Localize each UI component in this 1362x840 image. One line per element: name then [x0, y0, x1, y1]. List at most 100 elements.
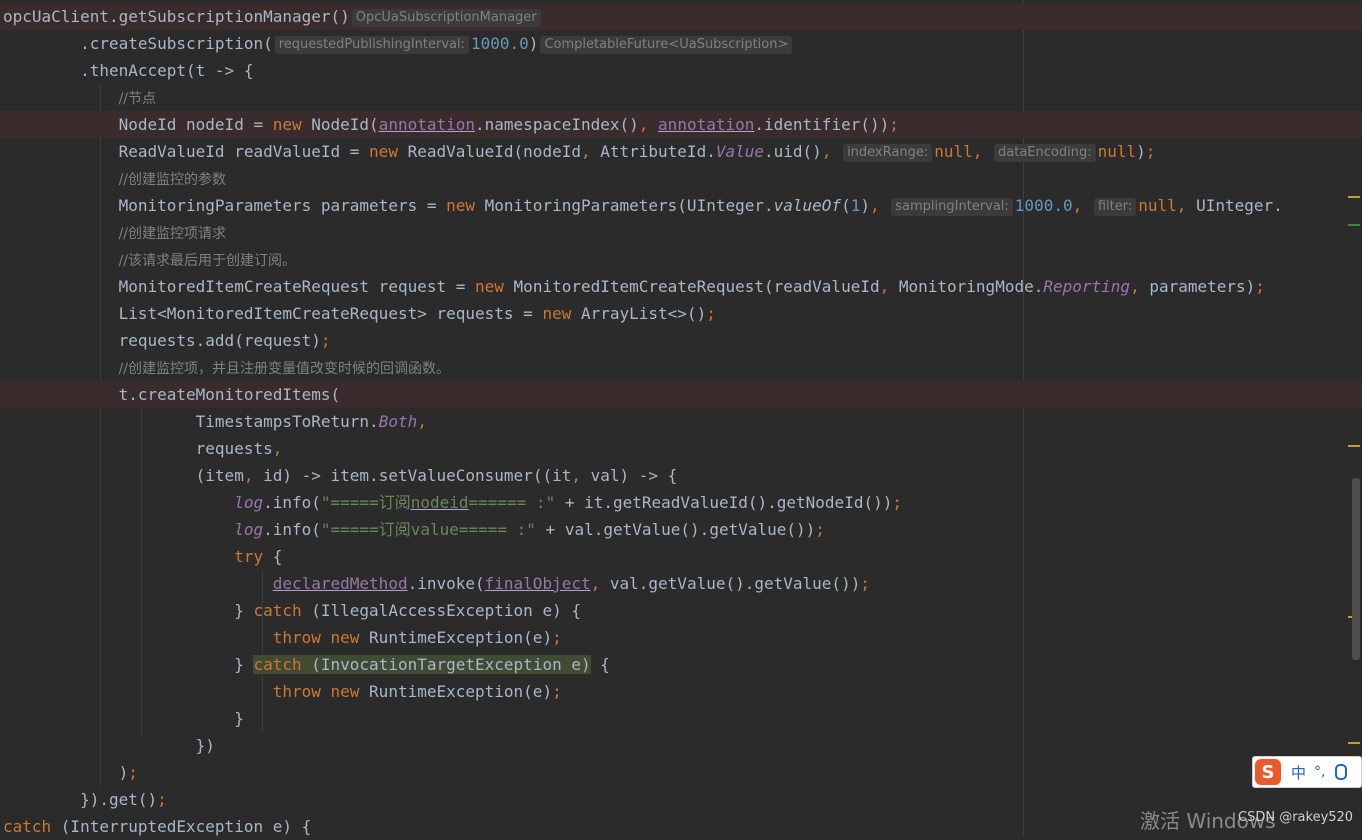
code-line[interactable]: .createSubscription(requestedPublishingI…	[0, 30, 1362, 57]
code-token: ;	[892, 493, 902, 512]
code-line[interactable]: NodeId nodeId = new NodeId(annotation.na…	[0, 111, 1362, 138]
code-line[interactable]: //创建监控项，并且注册变量值改变时候的回调函数。	[0, 354, 1362, 381]
code-token: nodeid	[410, 493, 469, 512]
code-token: ,	[1072, 196, 1092, 215]
code-line[interactable]: throw new RuntimeException(e);	[0, 678, 1362, 705]
code-token: val.getValue().getValue())	[609, 574, 861, 593]
code-token: t.createMonitoredItems(	[3, 385, 341, 404]
code-line[interactable]: ReadValueId readValueId = new ReadValueI…	[0, 138, 1362, 165]
code-token: .info(	[263, 520, 321, 539]
code-line[interactable]: } catch (InvocationTargetException e) {	[0, 651, 1362, 678]
scroll-marker-warning[interactable]	[1348, 196, 1360, 198]
code-line[interactable]: List<MonitoredItemCreateRequest> request…	[0, 300, 1362, 327]
code-token: ;	[1145, 142, 1156, 161]
code-line[interactable]: log.info("=====订阅value===== :" + val.get…	[0, 516, 1362, 543]
code-token: TimestampsToReturn.	[3, 412, 379, 431]
code-line[interactable]: MonitoringParameters parameters = new Mo…	[0, 192, 1362, 219]
code-token: )	[860, 196, 870, 215]
scroll-marker-warning[interactable]	[1348, 445, 1360, 447]
code-editor[interactable]: opcUaClient.getSubscriptionManager() OpcU…	[0, 0, 1362, 836]
code-token: null	[1138, 196, 1177, 215]
code-line[interactable]: requests,	[0, 435, 1362, 462]
code-token: finalObject	[484, 574, 591, 593]
code-token: ,	[580, 142, 601, 161]
code-line[interactable]: requests.add(request);	[0, 327, 1362, 354]
code-line[interactable]: })	[0, 732, 1362, 759]
code-line[interactable]: opcUaClient.getSubscriptionManager() OpcU…	[0, 3, 1362, 30]
scroll-marker-info[interactable]	[1348, 224, 1360, 226]
vertical-scrollbar[interactable]	[1352, 478, 1360, 660]
code-token: log	[234, 520, 264, 539]
code-line[interactable]: //节点	[0, 84, 1362, 111]
code-token: )	[1136, 142, 1146, 161]
code-token: .createSubscription(	[3, 34, 273, 53]
code-token: ;	[320, 331, 331, 350]
code-line[interactable]: (item, id) -> item.setValueConsumer((it,…	[0, 462, 1362, 489]
code-line[interactable]: }	[0, 705, 1362, 732]
code-token: List<MonitoredItemCreateRequest> request…	[3, 304, 543, 323]
code-token: MonitoringParameters(UInteger.	[484, 196, 774, 215]
code-token: ,	[638, 115, 659, 134]
code-token: MonitoringMode.	[898, 277, 1044, 296]
scroll-marker-warning[interactable]	[1348, 742, 1360, 744]
code-token: .identifier())	[754, 115, 890, 134]
code-token: {	[590, 655, 610, 674]
microphone-icon[interactable]	[1335, 764, 1348, 780]
code-token: ====== :"	[468, 493, 556, 512]
code-token: 1000.0	[1014, 196, 1073, 215]
code-token: .info(	[263, 493, 321, 512]
code-line[interactable]: try {	[0, 543, 1362, 570]
code-token: ,	[821, 142, 842, 161]
code-token: ;	[815, 520, 825, 539]
parameter-hint: dataEncoding:	[994, 144, 1096, 162]
sogou-logo-icon[interactable]: S	[1255, 759, 1281, 785]
code-token: ,	[869, 196, 890, 215]
code-line[interactable]: .thenAccept(t -> {	[0, 57, 1362, 84]
code-line[interactable]: declaredMethod.invoke(finalObject, val.g…	[0, 570, 1362, 597]
code-token: opcUaClient.getSubscriptionManager()	[3, 7, 350, 26]
code-token: ;	[552, 628, 562, 647]
code-token: ;	[128, 763, 138, 782]
ime-punctuation-toggle[interactable]: °,	[1314, 764, 1325, 780]
code-token: "=====订阅	[320, 493, 411, 512]
code-token: UInteger.	[1196, 196, 1283, 215]
code-line[interactable]: throw new RuntimeException(e);	[0, 624, 1362, 651]
csdn-watermark: CSDN @rakey520	[1238, 810, 1354, 825]
code-token: }	[3, 655, 254, 674]
code-token: (	[841, 196, 851, 215]
code-line[interactable]: t.createMonitoredItems(	[0, 381, 1362, 408]
code-token: throw new	[272, 628, 370, 647]
code-token: //创建监控项请求	[118, 226, 227, 242]
code-token: }	[3, 709, 244, 728]
code-token: ReadValueId(nodeId	[407, 142, 581, 161]
code-token: requests.add(request)	[3, 331, 321, 350]
code-line[interactable]: //该请求最后用于创建订阅。	[0, 246, 1362, 273]
code-token: new	[446, 196, 485, 215]
code-token: ,	[590, 574, 610, 593]
code-line[interactable]: log.info("=====订阅nodeid====== :" + it.ge…	[0, 489, 1362, 516]
code-token: try	[234, 547, 273, 566]
code-token: valueOf	[773, 196, 842, 215]
code-token: new	[272, 115, 312, 134]
code-token: ;	[860, 574, 870, 593]
code-line[interactable]: TimestampsToReturn.Both,	[0, 408, 1362, 435]
code-line[interactable]: MonitoredItemCreateRequest request = new…	[0, 273, 1362, 300]
code-token: id) -> item.setValueConsumer((it	[263, 466, 572, 485]
code-line[interactable]: //创建监控项请求	[0, 219, 1362, 246]
code-token: //创建监控的参数	[118, 172, 227, 188]
code-line[interactable]: );	[0, 759, 1362, 786]
code-token: (item	[3, 466, 244, 485]
parameter-hint: samplingInterval:	[891, 198, 1013, 216]
code-line[interactable]: } catch (IllegalAccessException e) {	[0, 597, 1362, 624]
code-line[interactable]: //创建监控的参数	[0, 165, 1362, 192]
code-token: ,	[879, 277, 899, 296]
ime-toolbar[interactable]: S 中 °,	[1252, 756, 1362, 788]
ime-mode-toggle[interactable]: 中	[1291, 762, 1306, 783]
code-token: annotation	[658, 115, 755, 134]
code-token: catch	[253, 655, 302, 674]
